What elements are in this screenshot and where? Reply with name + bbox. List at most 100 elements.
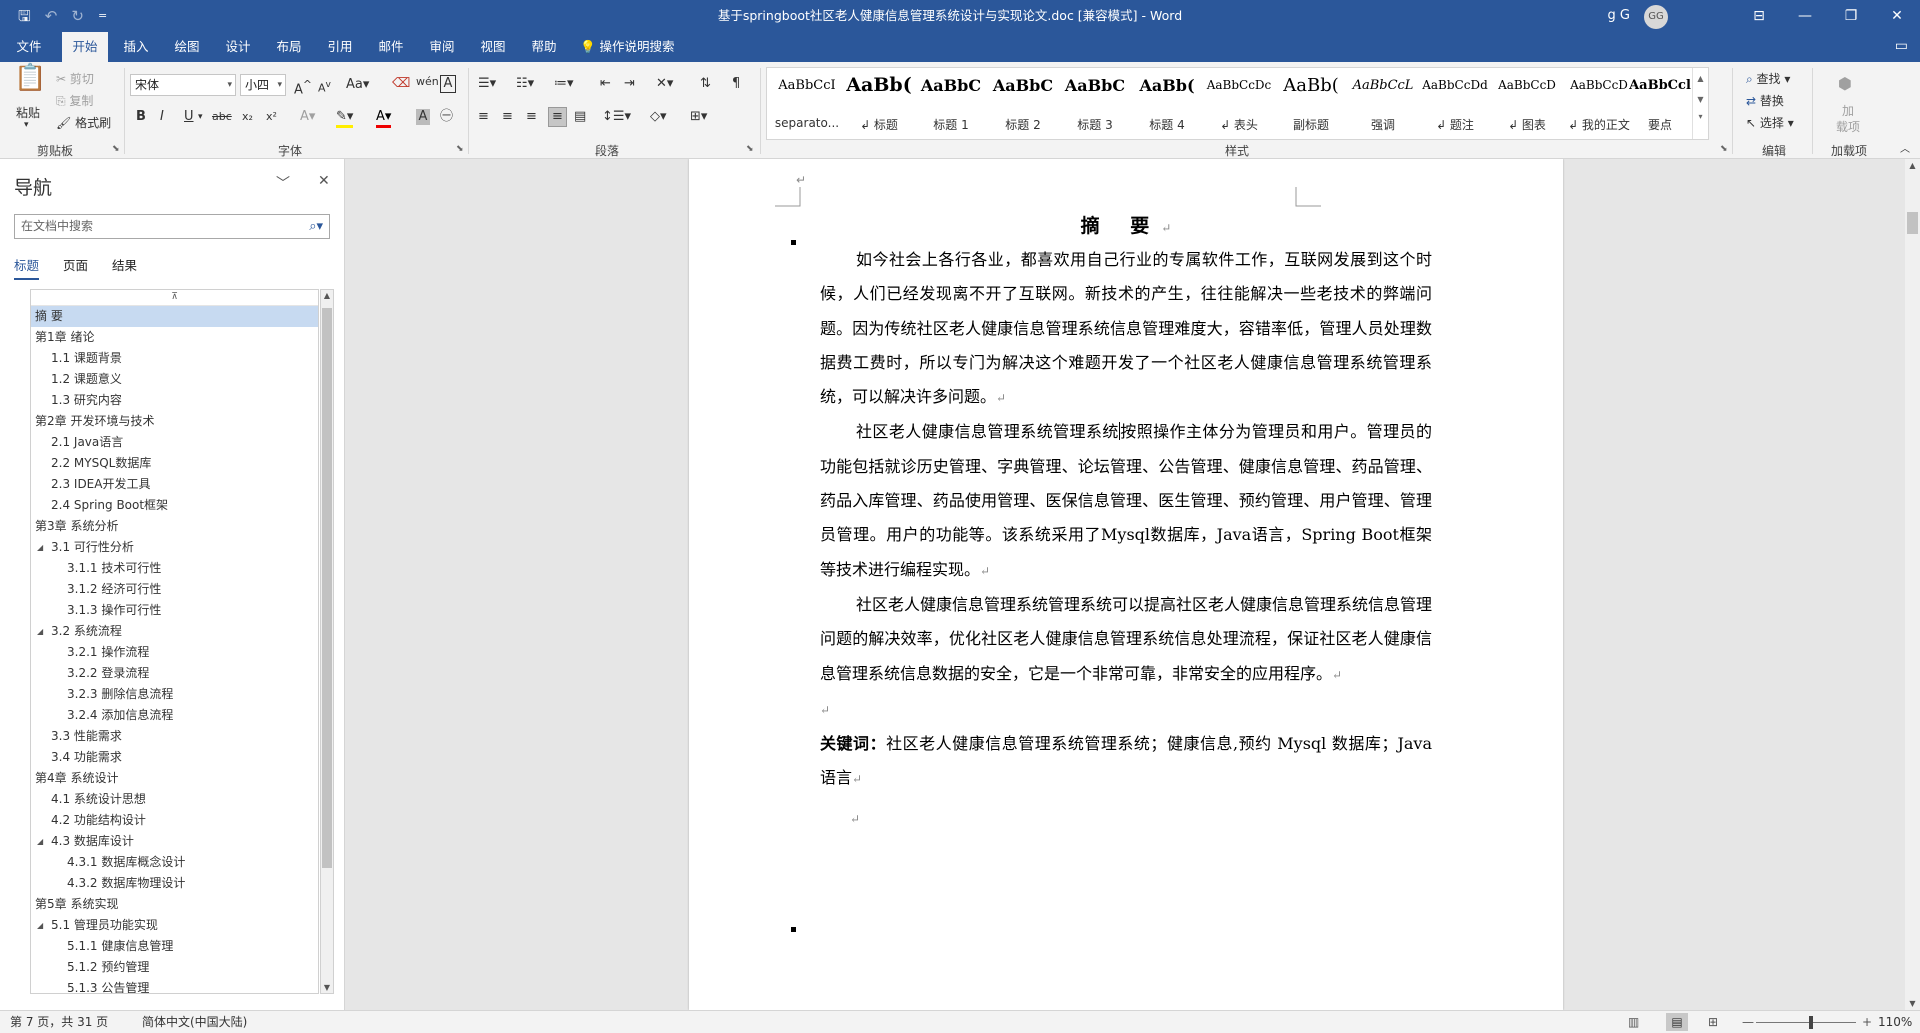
style-item-caption[interactable]: AaBbCcDd ↲ 题注 <box>1419 68 1491 139</box>
superscript-button[interactable]: x² <box>266 109 277 125</box>
format-painter-button[interactable]: 🖌 格式刷 <box>56 114 111 131</box>
nav-heading-item[interactable]: 4.3.2 数据库物理设计 <box>31 873 318 894</box>
nav-heading-item[interactable]: 5.1.3 公告管理 <box>31 978 318 993</box>
nav-heading-item[interactable]: 3.2.4 添加信息流程 <box>31 705 318 726</box>
nav-heading-item[interactable]: ◢ 3.2 系统流程 <box>31 621 318 642</box>
nav-heading-item[interactable]: ◢第5章 系统实现 <box>31 894 318 915</box>
subscript-button[interactable]: x₂ <box>242 109 253 125</box>
style-item-heading3[interactable]: AaBbC 标题 3 <box>1059 68 1131 139</box>
decrease-indent-icon[interactable]: ⇤ <box>600 76 611 92</box>
document-scrollbar[interactable]: ▲ ▼ <box>1905 159 1920 1010</box>
tab-design[interactable]: 设计 <box>218 32 258 62</box>
search-icon[interactable]: ⌕▾ <box>309 215 323 238</box>
line-spacing-icon[interactable]: ↕☰▾ <box>602 109 631 125</box>
chevron-down-icon[interactable]: ▾ <box>198 109 203 125</box>
expand-toggle-icon[interactable]: ◢ <box>37 915 43 936</box>
enclose-char-icon[interactable]: ㊀ <box>440 109 453 125</box>
nav-heading-item[interactable]: ◢第2章 开发环境与技术 <box>31 411 318 432</box>
align-left-icon[interactable]: ≡ <box>478 109 489 125</box>
tab-home[interactable]: 开始 <box>62 32 108 62</box>
addins-icon[interactable]: ⬢ <box>1838 76 1852 92</box>
bullets-icon[interactable]: ☰▾ <box>478 76 496 92</box>
user-name[interactable]: g G <box>1608 0 1630 32</box>
nav-heading-item[interactable]: 3.1.1 技术可行性 <box>31 558 318 579</box>
styles-launcher-icon[interactable]: ⬊ <box>1720 144 1728 154</box>
align-center-icon[interactable]: ≡ <box>502 109 513 125</box>
text-effects-icon[interactable]: A▾ <box>300 109 315 125</box>
chevron-up-icon[interactable]: ▲ <box>1693 74 1708 83</box>
nav-heading-item[interactable]: 1.3 研究内容 <box>31 390 318 411</box>
tab-headings[interactable]: 标题 <box>14 255 40 280</box>
nav-heading-item[interactable]: 1.1 课题背景 <box>31 348 318 369</box>
redo-icon[interactable]: ↻ <box>71 6 84 26</box>
addins-label-top[interactable]: 加 <box>1842 102 1854 119</box>
zoom-level[interactable]: 110% <box>1878 1011 1912 1033</box>
font-launcher-icon[interactable]: ⬊ <box>456 144 464 154</box>
expand-toggle-icon[interactable]: ◢ <box>37 831 43 852</box>
document-page[interactable]: ↵ 摘 要↵ 如今社会上各行各业，都喜欢用自己行业的专属软件工作，互联网发展到这… <box>689 159 1563 1010</box>
style-item-key-point[interactable]: AaBbCcl 要点 <box>1629 68 1691 139</box>
justify-icon[interactable]: ≡ <box>548 107 567 127</box>
phonetic-guide-icon[interactable]: wén <box>416 74 439 90</box>
more-styles-icon[interactable]: ▾ <box>1693 112 1708 121</box>
underline-button[interactable]: U <box>184 109 194 125</box>
clear-format-icon[interactable]: ⌫ <box>392 76 410 92</box>
asian-layout-icon[interactable]: ✕▾ <box>656 76 673 92</box>
style-item-chart[interactable]: AaBbCcD ↲ 图表 <box>1491 68 1563 139</box>
shading-icon[interactable]: ◇▾ <box>650 109 667 125</box>
close-button[interactable]: ✕ <box>1874 0 1920 32</box>
nav-heading-item[interactable]: 2.3 IDEA开发工具 <box>31 474 318 495</box>
comments-icon[interactable]: ▭ <box>1895 38 1908 54</box>
style-item-my-body[interactable]: AaBbCcD ↲ 我的正文 <box>1563 68 1635 139</box>
nav-heading-item[interactable]: 3.1.2 经济可行性 <box>31 579 318 600</box>
collapse-all-icon[interactable]: ⊼ <box>31 290 318 306</box>
tab-view[interactable]: 视图 <box>473 32 513 62</box>
nav-heading-item[interactable]: 3.4 功能需求 <box>31 747 318 768</box>
customize-qat-icon[interactable]: = <box>98 6 107 26</box>
print-layout-icon[interactable]: ▤ <box>1666 1013 1688 1031</box>
numbering-icon[interactable]: ☷▾ <box>516 76 534 92</box>
tab-draw[interactable]: 绘图 <box>167 32 207 62</box>
nav-heading-item[interactable]: ◢ 3.1 可行性分析 <box>31 537 318 558</box>
char-shading-icon[interactable]: A <box>416 109 430 125</box>
char-border-icon[interactable]: A <box>440 75 456 93</box>
restore-button[interactable]: ❐ <box>1828 0 1874 32</box>
expand-toggle-icon[interactable]: ◢ <box>37 621 43 642</box>
scroll-down-icon[interactable]: ▼ <box>1905 999 1920 1008</box>
addins-label-bottom[interactable]: 载项 <box>1836 118 1860 135</box>
strikethrough-button[interactable]: abc <box>212 109 232 125</box>
replace-button[interactable]: ⇄ 替换 <box>1746 92 1784 109</box>
scroll-up-icon[interactable]: ▲ <box>1905 161 1920 170</box>
web-layout-icon[interactable]: ⊞ <box>1708 1011 1718 1033</box>
nav-heading-item[interactable]: ◢第4章 系统设计 <box>31 768 318 789</box>
style-item-subtitle[interactable]: AaBb(副标题 <box>1275 68 1347 139</box>
zoom-slider-thumb[interactable] <box>1809 1016 1813 1029</box>
minimize-button[interactable]: — <box>1782 0 1828 32</box>
style-item-heading2[interactable]: AaBbC 标题 2 <box>987 68 1059 139</box>
nav-scrollbar[interactable]: ▲ ▼ <box>320 289 334 994</box>
tab-results[interactable]: 结果 <box>112 255 137 280</box>
scroll-thumb[interactable] <box>1907 212 1918 234</box>
nav-heading-item[interactable]: 2.1 Java语言 <box>31 432 318 453</box>
font-name-combo[interactable]: 宋体 ▾ <box>130 74 236 96</box>
style-item-emphasis[interactable]: AaBbCcL 强调 <box>1347 68 1419 139</box>
nav-heading-item[interactable]: 4.1 系统设计思想 <box>31 789 318 810</box>
paste-label[interactable]: 粘贴 <box>16 104 40 121</box>
paragraph-launcher-icon[interactable]: ⬊ <box>746 144 754 154</box>
close-icon[interactable]: ✕ <box>318 173 330 189</box>
nav-heading-item[interactable]: 3.3 性能需求 <box>31 726 318 747</box>
paste-dropdown-icon[interactable]: ▾ <box>24 120 29 130</box>
nav-heading-item[interactable]: 1.2 课题意义 <box>31 369 318 390</box>
nav-heading-item[interactable]: 3.2.3 删除信息流程 <box>31 684 318 705</box>
highlight-icon[interactable]: ✎▾ <box>336 109 354 128</box>
show-marks-icon[interactable]: ¶ <box>732 76 740 92</box>
collapse-ribbon-icon[interactable]: ︿ <box>1900 142 1910 158</box>
tab-layout[interactable]: 布局 <box>269 32 309 62</box>
chevron-down-icon[interactable]: ▼ <box>1693 95 1708 104</box>
style-item-title[interactable]: AaBb(↲ 标题 <box>843 68 915 139</box>
ribbon-display-icon[interactable]: ⊟ <box>1736 0 1782 32</box>
paste-icon[interactable]: 📋 <box>14 65 46 91</box>
scroll-down-icon[interactable]: ▼ <box>321 983 333 992</box>
sort-icon[interactable]: ⇅ <box>700 76 711 92</box>
font-size-combo[interactable]: 小四 ▾ <box>240 74 286 96</box>
